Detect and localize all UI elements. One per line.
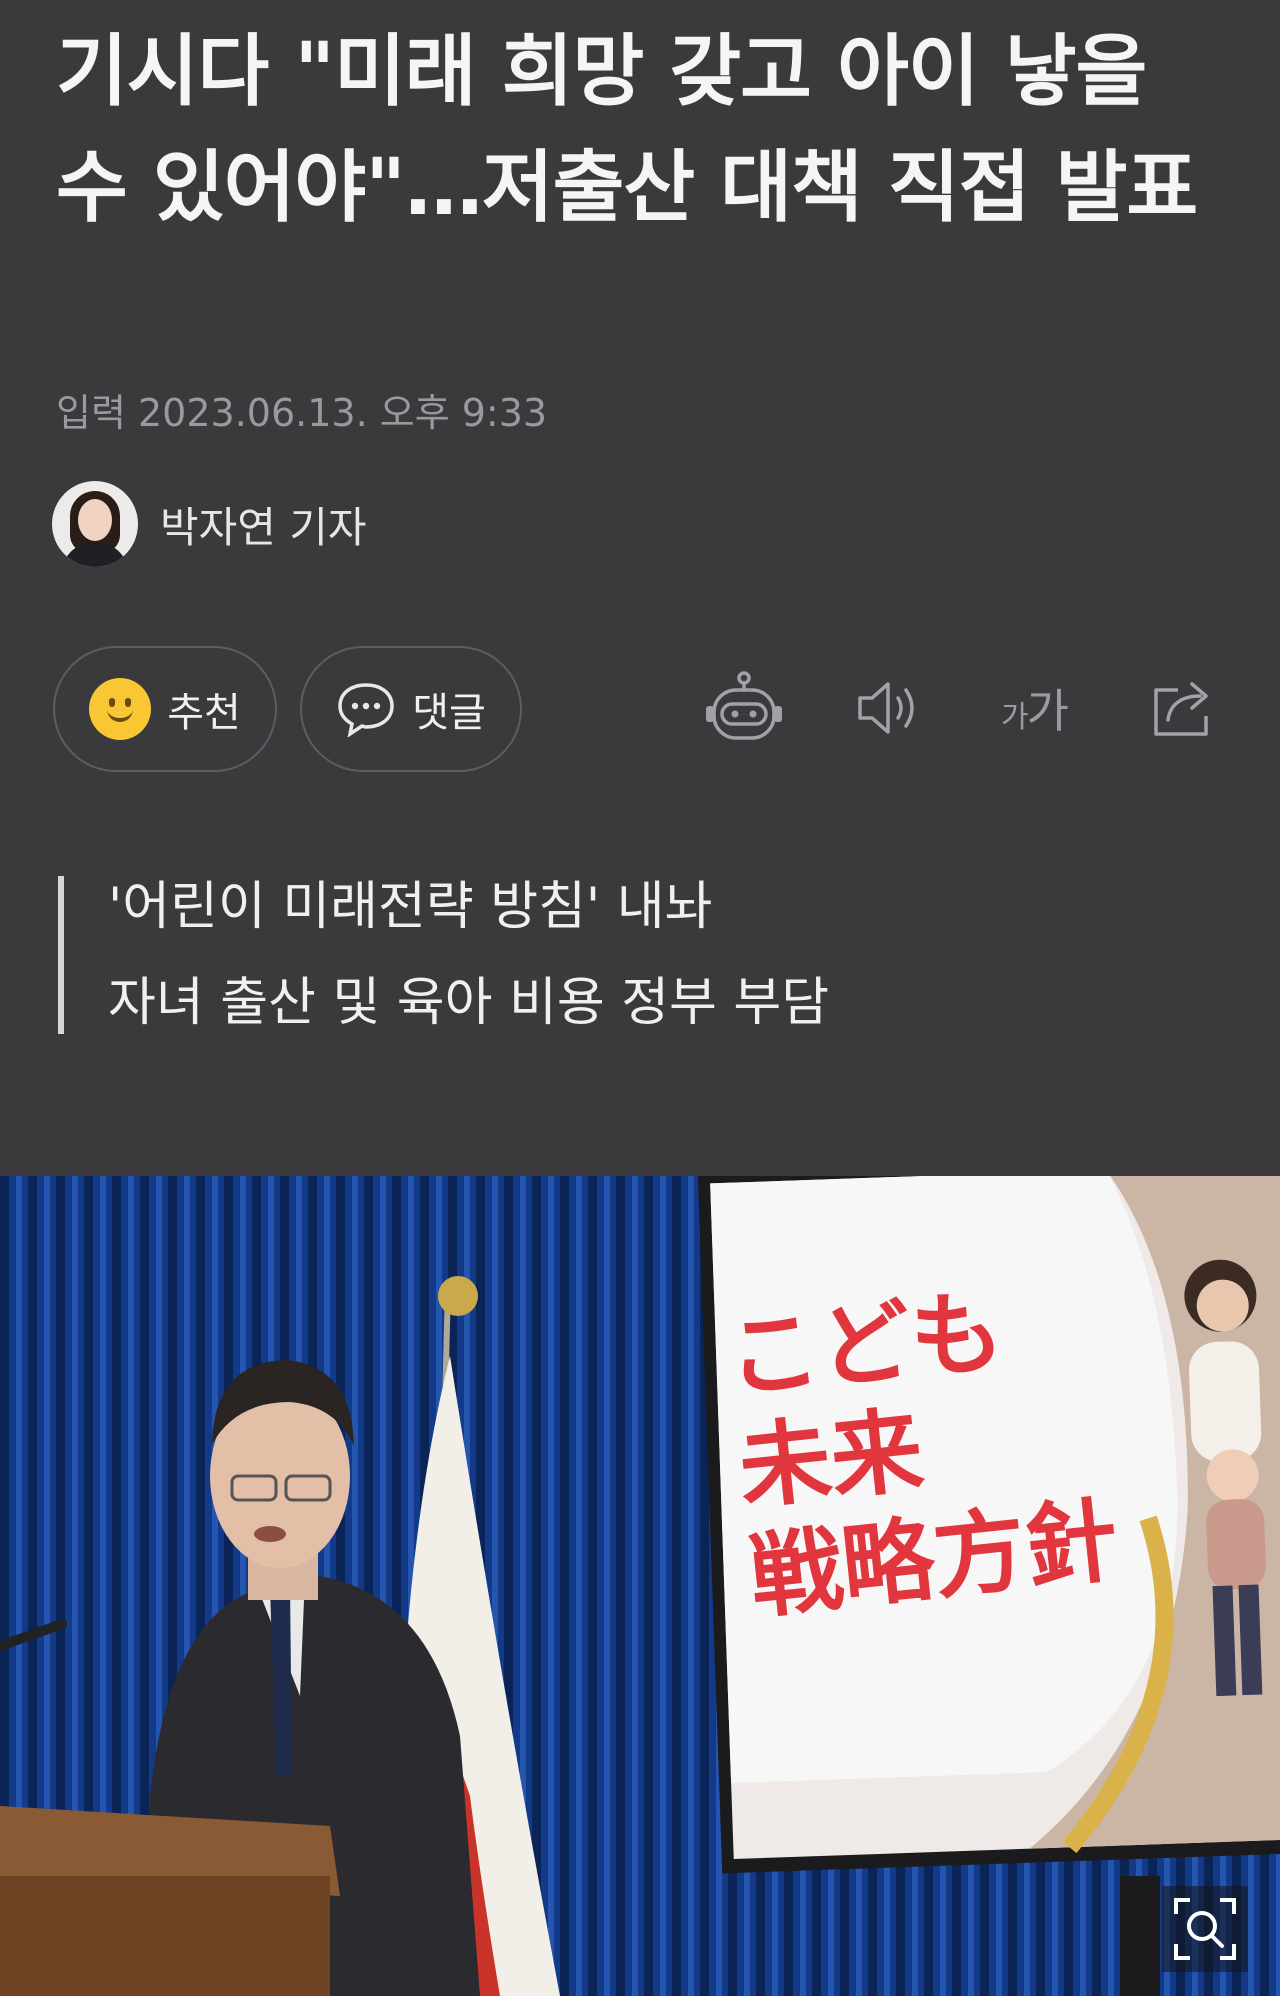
robot-icon xyxy=(706,671,782,740)
comment-icon xyxy=(338,683,394,737)
comment-button[interactable]: 댓글 xyxy=(300,646,522,772)
font-size-icon: 가가 xyxy=(1001,684,1069,738)
author-avatar[interactable] xyxy=(52,481,138,567)
summary-bot-button[interactable] xyxy=(702,666,786,750)
article-title: 기시다 "미래 희망 갖고 아이 낳을 수 있어야"…저출산 대책 직접 발표 xyxy=(56,27,1198,233)
screen-text-line: 未来 xyxy=(734,1397,928,1523)
speaker-icon xyxy=(858,682,914,734)
article-date: 입력 2023.06.13. 오후 9:33 xyxy=(56,391,548,435)
share-icon xyxy=(1154,682,1208,736)
read-aloud-button[interactable] xyxy=(848,666,932,750)
summary-line: 자녀 출산 및 육아 비용 정부 부담 xyxy=(108,973,830,1033)
summary-line: '어린이 미래전략 방침' 내놔 xyxy=(108,877,713,937)
article-photo[interactable]: こども 未来 戦略方針 xyxy=(0,1176,1280,1996)
article-summary: '어린이 미래전략 방침' 내놔 자녀 출산 및 육아 비용 정부 부담 xyxy=(58,876,829,1034)
author-name[interactable]: 박자연 기자 xyxy=(160,494,367,555)
font-size-button[interactable]: 가가 xyxy=(992,666,1076,750)
share-button[interactable] xyxy=(1142,666,1226,750)
zoom-icon xyxy=(1174,1898,1236,1960)
photo-zoom-button[interactable] xyxy=(1162,1886,1248,1972)
recommend-button[interactable]: 추천 xyxy=(53,646,277,772)
comment-label: 댓글 xyxy=(412,690,486,736)
recommend-label: 추천 xyxy=(167,690,241,736)
smiley-icon xyxy=(89,678,152,740)
press-conference-image: こども 未来 戦略方針 xyxy=(0,1176,1280,1996)
author-row[interactable]: 박자연 기자 xyxy=(52,480,367,568)
